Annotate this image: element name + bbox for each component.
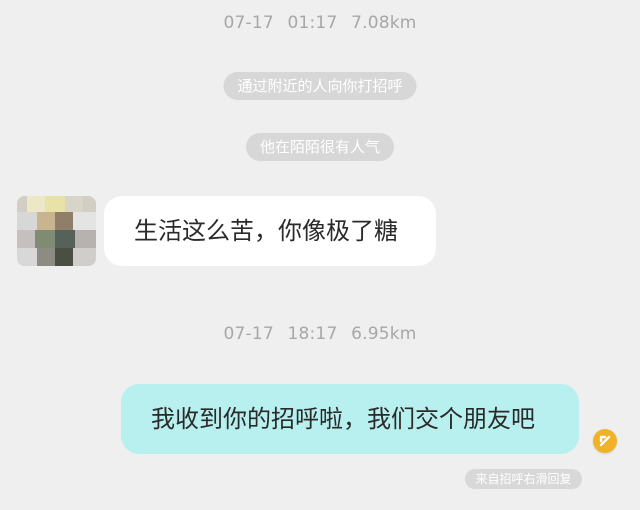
message-text: 我收到你的招呼啦，我们交个朋友吧: [151, 405, 535, 433]
avatar-pixel: [17, 230, 35, 248]
message-time: 01:17: [287, 13, 338, 33]
message-text: 生活这么苦，你像极了糖: [134, 217, 398, 245]
avatar-pixel: [17, 212, 37, 230]
avatar-pixel: [65, 196, 83, 212]
message-distance: 7.08km: [351, 13, 417, 33]
avatar-pixel: [17, 248, 37, 266]
system-message-1: 通过附近的人向你打招呼: [223, 72, 417, 100]
avatar-pixel: [73, 248, 96, 266]
message-date: 07-17: [223, 13, 274, 33]
system-message-text: 他在陌陌很有人气: [259, 138, 381, 156]
message-time: 18:17: [287, 324, 338, 344]
avatar-pixel: [55, 230, 75, 248]
avatar-pixel: [75, 230, 96, 248]
avatar-pixel: [55, 248, 73, 266]
message-date: 07-17: [223, 324, 274, 344]
avatar-pixel: [37, 212, 55, 230]
system-message-text: 通过附近的人向你打招呼: [237, 77, 403, 95]
reply-tag-text: 来自招呼右滑回复: [475, 472, 572, 486]
avatar-pixel: [37, 248, 55, 266]
incoming-message-bubble[interactable]: 生活这么苦，你像极了糖: [104, 196, 436, 266]
avatar-pixel: [45, 196, 65, 212]
outgoing-message-bubble[interactable]: 我收到你的招呼啦，我们交个朋友吧: [121, 384, 579, 454]
message-distance: 6.95km: [351, 324, 417, 344]
avatar-pixel: [55, 212, 73, 230]
conversation-header-2: 07-17 18:17 6.95km: [0, 324, 640, 344]
message-status-icon[interactable]: [593, 429, 617, 453]
avatar-pixel: [27, 196, 45, 212]
incoming-avatar[interactable]: [17, 196, 96, 266]
system-message-2: 他在陌陌很有人气: [245, 133, 395, 161]
conversation-header-1: 07-17 01:17 7.08km: [0, 13, 640, 33]
reply-tag: 来自招呼右滑回复: [465, 469, 582, 489]
avatar-pixel: [35, 230, 55, 248]
avatar-pixel: [73, 212, 96, 230]
arrow-up-left-icon: [599, 435, 611, 447]
